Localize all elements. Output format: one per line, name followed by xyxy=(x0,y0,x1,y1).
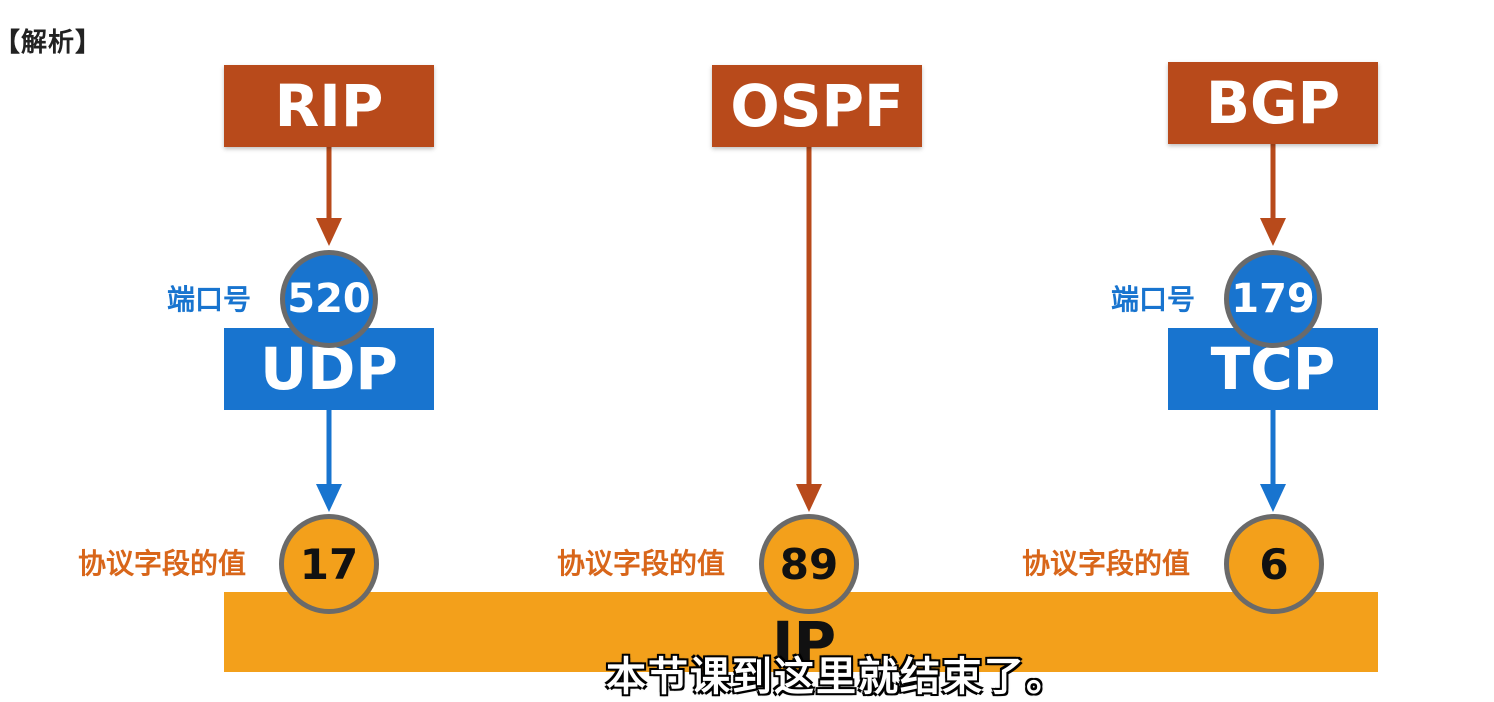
bgp-label: BGP xyxy=(1205,69,1341,137)
tcp-protocol-field-label: 协议字段的值 xyxy=(1022,547,1191,580)
arrow-tcp-to-ip xyxy=(1260,410,1286,512)
udp-protocol-field-circle: 17 xyxy=(279,514,379,614)
ospf-protocol-field-value: 89 xyxy=(779,539,839,589)
ospf-protocol-field-label: 协议字段的值 xyxy=(557,547,726,580)
tcp-protocol-field-circle: 6 xyxy=(1224,514,1324,614)
ospf-protocol-field-circle: 89 xyxy=(759,514,859,614)
arrow-udp-to-ip xyxy=(316,410,342,512)
ospf-label: OSPF xyxy=(730,72,904,140)
rip-label: RIP xyxy=(274,72,384,140)
bgp-port-circle: 179 xyxy=(1224,250,1322,348)
rip-port-circle: 520 xyxy=(280,250,378,348)
rip-port-label: 端口号 xyxy=(167,283,252,316)
udp-protocol-field-label: 协议字段的值 xyxy=(78,547,247,580)
tcp-protocol-field-value: 6 xyxy=(1259,539,1289,589)
bgp-box: BGP xyxy=(1168,62,1378,144)
arrow-ospf-to-ip xyxy=(796,147,822,512)
bgp-port-value: 179 xyxy=(1231,276,1315,322)
video-subtitle: 本节课到这里就结束了。 xyxy=(606,654,1068,700)
rip-box: RIP xyxy=(224,65,434,147)
rip-port-value: 520 xyxy=(287,276,371,322)
arrow-rip-to-port xyxy=(316,147,342,246)
bgp-port-label: 端口号 xyxy=(1111,283,1196,316)
arrow-bgp-to-port xyxy=(1260,144,1286,246)
udp-protocol-field-value: 17 xyxy=(299,539,359,589)
ospf-box: OSPF xyxy=(712,65,922,147)
